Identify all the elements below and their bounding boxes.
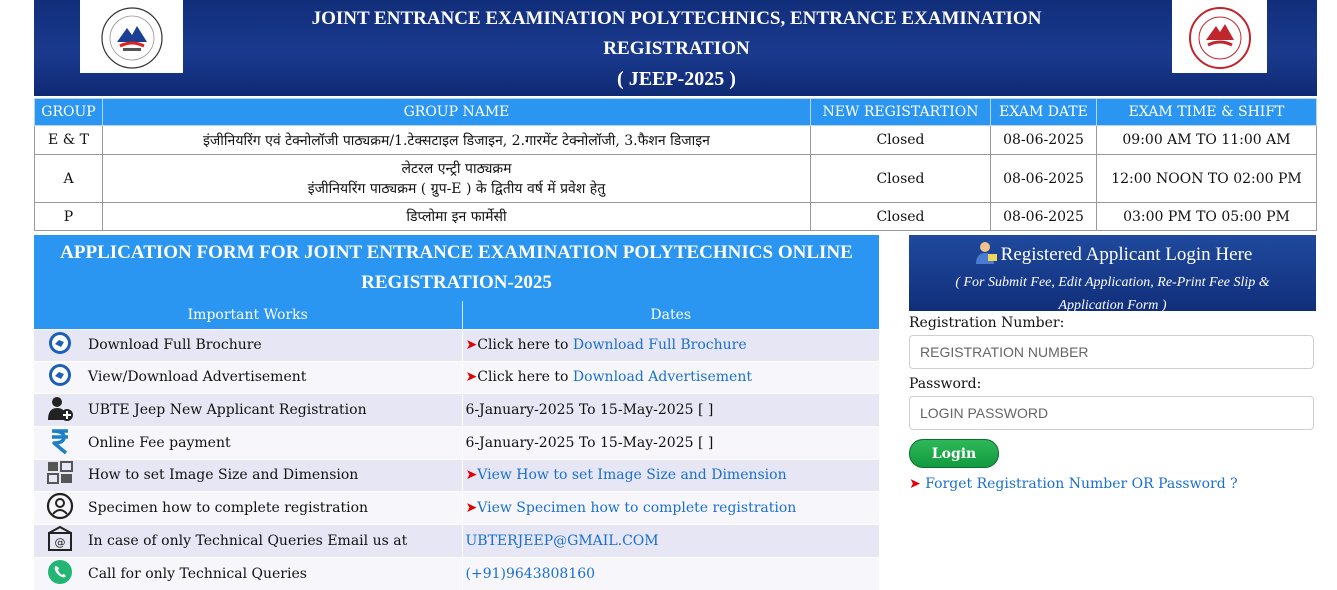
- table-row: E & T इंजीनियरिंग एवं टेक्नोलॉजी पाठ्यक्…: [34, 125, 1317, 155]
- add-user-icon: [46, 396, 74, 426]
- download-brochure-link[interactable]: Download Full Brochure: [573, 337, 747, 353]
- col-new-registration: NEW REGISTARTION: [810, 98, 991, 126]
- applicant-icon: [973, 239, 999, 271]
- login-panel: Registered Applicant Login Here ( For Su…: [909, 235, 1316, 492]
- group-cell: E & T: [34, 125, 103, 155]
- col-exam-date: EXAM DATE: [990, 98, 1097, 126]
- email-link[interactable]: UBTERJEEP@GMAIL.COM: [466, 533, 659, 549]
- image-size-link[interactable]: View How to set Image Size and Dimension: [477, 467, 786, 483]
- click-here-text: Click here to: [477, 369, 573, 385]
- exam-date-cell: 08-06-2025: [990, 202, 1097, 231]
- work-label: How to set Image Size and Dimension: [86, 458, 462, 491]
- title-line-2: REGISTRATION: [603, 38, 750, 59]
- arrow-icon: ➤: [465, 369, 478, 385]
- arrow-icon: ➤: [909, 476, 921, 492]
- group-name-cell: डिप्लोमा इन फार्मेसी: [102, 202, 811, 231]
- exam-date-cell: 08-06-2025: [990, 154, 1097, 203]
- works-row-registration: UBTE Jeep New Applicant Registration 6-J…: [34, 392, 879, 426]
- brochure-icon: [47, 332, 73, 360]
- image-size-icon: [46, 461, 74, 490]
- work-label: Download Full Brochure: [86, 328, 462, 361]
- advertisement-icon: [47, 364, 73, 392]
- work-label: Online Fee payment: [86, 425, 462, 459]
- col-dates: Dates: [461, 301, 879, 329]
- registration-status-cell: Closed: [810, 125, 991, 155]
- group-name-line-2: इंजीनियरिंग पाठ्यक्रम ( ग्रुप-E ) के द्व…: [307, 180, 606, 197]
- registration-status-cell: Closed: [810, 202, 991, 231]
- login-header: Registered Applicant Login Here ( For Su…: [909, 235, 1316, 313]
- table-row: P डिप्लोमा इन फार्मेसी Closed 08-06-2025…: [34, 202, 1317, 231]
- date-range: 6-January-2025 To 15-May-2025 [ ]: [461, 392, 879, 426]
- board-logo-right: [1172, 0, 1267, 73]
- click-here-text: Click here to: [477, 337, 573, 353]
- group-name-line-1: लेटरल एन्ट्री पाठ्यक्रम: [401, 160, 512, 177]
- works-row-image-size: How to set Image Size and Dimension ➤Vie…: [34, 458, 879, 491]
- page-title: JOINT ENTRANCE EXAMINATION POLYTECHNICS,…: [254, 4, 1099, 94]
- arrow-icon: ➤: [465, 499, 478, 516]
- exam-groups-table: GROUP GROUP NAME NEW REGISTARTION EXAM D…: [34, 98, 1317, 231]
- download-advertisement-link[interactable]: Download Advertisement: [573, 369, 752, 385]
- col-important-works: Important Works: [34, 301, 462, 329]
- phone-link[interactable]: (+91)9643808160: [466, 566, 596, 582]
- works-row-advertisement: View/Download Advertisement ➤Click here …: [34, 360, 879, 393]
- login-button[interactable]: Login: [909, 439, 999, 468]
- work-label: Call for only Technical Queries: [86, 556, 462, 590]
- application-title-line-2: REGISTRATION-2025: [361, 272, 552, 293]
- arrow-icon: ➤: [465, 337, 478, 353]
- works-row-fee: Online Fee payment 6-January-2025 To 15-…: [34, 425, 879, 459]
- forgot-password-link[interactable]: Forget Registration Number OR Password ?: [925, 476, 1237, 492]
- password-input[interactable]: [909, 396, 1314, 430]
- important-works-table: Important Works Dates Download Full Broc…: [34, 301, 879, 590]
- group-cell: A: [34, 154, 103, 203]
- board-logo-left: [80, 0, 183, 73]
- table-header-row: GROUP GROUP NAME NEW REGISTARTION EXAM D…: [34, 98, 1317, 126]
- date-range: 6-January-2025 To 15-May-2025 [ ]: [461, 425, 879, 459]
- svg-text:@: @: [55, 536, 66, 549]
- work-label: In case of only Technical Queries Email …: [86, 523, 462, 557]
- col-group: GROUP: [34, 98, 103, 126]
- arrow-icon: ➤: [465, 467, 478, 483]
- title-line-3: ( JEEP-2025 ): [617, 68, 736, 90]
- page-header: JOINT ENTRANCE EXAMINATION POLYTECHNICS,…: [34, 0, 1317, 96]
- work-label: View/Download Advertisement: [86, 360, 462, 393]
- works-row-brochure: Download Full Brochure ➤Click here to Do…: [34, 328, 879, 361]
- application-panel: APPLICATION FORM FOR JOINT ENTRANCE EXAM…: [34, 235, 879, 590]
- application-title: APPLICATION FORM FOR JOINT ENTRANCE EXAM…: [34, 235, 879, 301]
- user-circle-icon: [46, 492, 74, 524]
- col-exam-time: EXAM TIME & SHIFT: [1096, 98, 1317, 126]
- login-subtitle: ( For Submit Fee, Edit Application, Re-P…: [955, 275, 1270, 313]
- works-row-phone: Call for only Technical Queries (+91)964…: [34, 556, 879, 590]
- password-label: Password:: [909, 376, 982, 392]
- application-title-line-1: APPLICATION FORM FOR JOINT ENTRANCE EXAM…: [60, 242, 853, 263]
- registration-number-label: Registration Number:: [909, 315, 1065, 331]
- rupee-icon: [46, 428, 74, 459]
- works-row-email: @ In case of only Technical Queries Emai…: [34, 523, 879, 557]
- registration-number-input[interactable]: [909, 335, 1314, 369]
- group-name-cell: इंजीनियरिंग एवं टेक्नोलॉजी पाठ्यक्रम/1.ट…: [102, 125, 811, 155]
- work-label: Specimen how to complete registration: [86, 490, 462, 524]
- exam-time-cell: 09:00 AM TO 11:00 AM: [1096, 125, 1317, 155]
- works-header-row: Important Works Dates: [34, 301, 879, 329]
- specimen-link[interactable]: View Specimen how to complete registrati…: [477, 500, 796, 516]
- group-name-cell: लेटरल एन्ट्री पाठ्यक्रम इंजीनियरिंग पाठ्…: [102, 154, 811, 203]
- title-line-1: JOINT ENTRANCE EXAMINATION POLYTECHNICS,…: [311, 8, 1042, 29]
- work-label: UBTE Jeep New Applicant Registration: [86, 392, 462, 426]
- registration-status-cell: Closed: [810, 154, 991, 203]
- exam-time-cell: 03:00 PM TO 05:00 PM: [1096, 202, 1317, 231]
- group-cell: P: [34, 202, 103, 231]
- works-row-specimen: Specimen how to complete registration ➤V…: [34, 490, 879, 524]
- email-icon: @: [46, 525, 74, 557]
- table-row: A लेटरल एन्ट्री पाठ्यक्रम इंजीनियरिंग पा…: [34, 154, 1317, 203]
- exam-date-cell: 08-06-2025: [990, 125, 1097, 155]
- login-title: Registered Applicant Login Here: [1000, 244, 1253, 265]
- col-group-name: GROUP NAME: [102, 98, 811, 126]
- exam-time-cell: 12:00 NOON TO 02:00 PM: [1096, 154, 1317, 203]
- phone-icon: [46, 559, 74, 590]
